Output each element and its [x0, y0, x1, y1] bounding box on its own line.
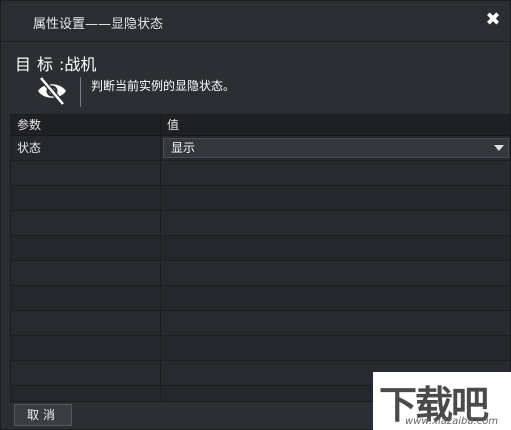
dialog-title: 属性设置——显隐状态: [33, 17, 164, 32]
table-row: [11, 286, 510, 311]
eye-hidden-icon: [38, 76, 66, 106]
param-cell: [11, 361, 161, 385]
param-cell: [11, 186, 161, 210]
header-value: 值: [167, 118, 180, 132]
param-cell: [11, 386, 161, 401]
watermark-url: www.xiazaiba.com: [405, 416, 499, 427]
param-cell: [11, 336, 161, 360]
chevron-down-icon[interactable]: [494, 145, 504, 151]
param-cell: 状态: [11, 136, 161, 160]
table-row: [11, 186, 510, 211]
table-row: [11, 336, 510, 361]
property-grid: 参数 值 状态 显示: [10, 114, 511, 402]
grid-header: 参数 值: [11, 115, 510, 136]
header-param: 参数: [11, 115, 161, 135]
param-cell: [11, 311, 161, 335]
value-select[interactable]: 显示: [163, 138, 509, 158]
table-row: [11, 311, 510, 336]
close-button[interactable]: ✖: [482, 8, 504, 30]
target-label: 目标: [15, 55, 60, 74]
table-row: [11, 236, 510, 261]
close-icon: ✖: [485, 8, 501, 30]
table-row: [11, 161, 510, 186]
param-cell: [11, 286, 161, 310]
grid-rows: 状态 显示: [11, 136, 510, 401]
table-row: 状态 显示: [11, 136, 510, 161]
param-cell: [11, 211, 161, 235]
target-value: 战机: [64, 55, 97, 74]
param-cell: [11, 236, 161, 260]
select-value: 显示: [171, 141, 196, 155]
param-cell: [11, 161, 161, 185]
cancel-button[interactable]: 取消: [14, 404, 72, 426]
target-row: 目标:战机: [15, 51, 96, 75]
title-bar: 属性设置——显隐状态 ✖: [1, 1, 510, 42]
property-dialog: 属性设置——显隐状态 ✖ 目标:战机 判断当前实例的显隐状态。 参数 值 状态 …: [0, 0, 511, 430]
watermark: 下载吧 www.xiazaiba.com: [373, 372, 511, 430]
param-cell: [11, 261, 161, 285]
table-row: [11, 261, 510, 286]
table-row: [11, 211, 510, 236]
description-text: 判断当前实例的显隐状态。: [91, 79, 236, 93]
description-divider: [80, 77, 81, 107]
